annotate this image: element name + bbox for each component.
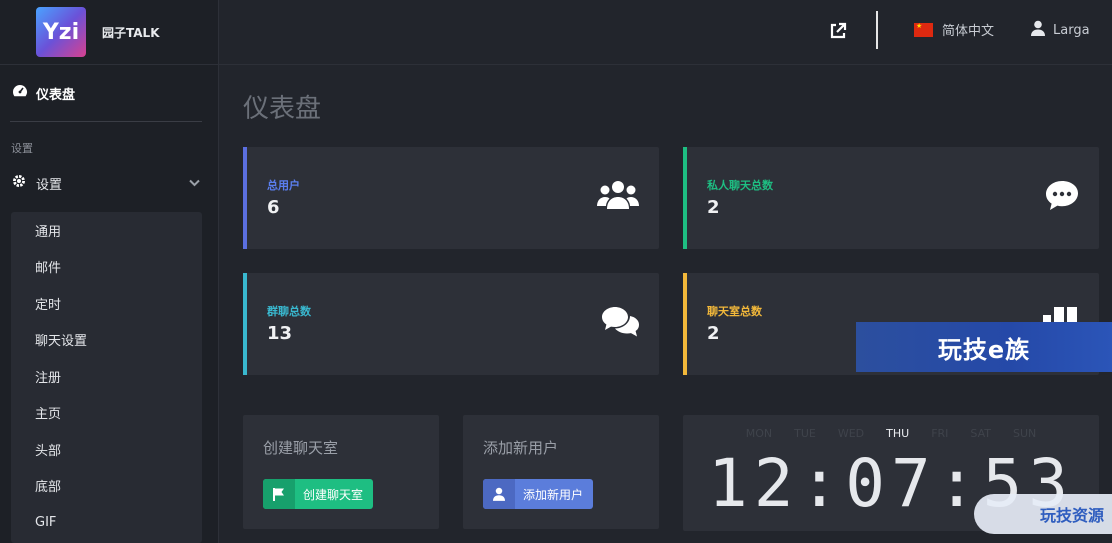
- weekday-mon: MON: [745, 427, 773, 440]
- weekday-thu: THU: [886, 427, 910, 440]
- stat-value: 2: [707, 197, 720, 218]
- sidebar-item-label: 设置: [36, 177, 63, 193]
- submenu-item-chat-settings[interactable]: 聊天设置: [11, 322, 202, 359]
- sidebar-section-label: 设置: [11, 142, 33, 155]
- sidebar-item-label: 仪表盘: [36, 87, 76, 103]
- comments-icon: [601, 305, 639, 341]
- comment-icon: [1045, 179, 1079, 215]
- stat-label: 私人聊天总数: [707, 179, 773, 192]
- sidebar: Yzi 园子TALK 仪表盘 设置 设置 通用 邮件 定时 聊天设置 注册 主页…: [0, 0, 219, 543]
- top-bar: 简体中文 Larga: [219, 0, 1112, 65]
- stat-card-private-chats: 私人聊天总数 2: [683, 147, 1099, 249]
- watermark-badge: 玩技资源: [974, 494, 1112, 534]
- button-label: 创建聊天室: [303, 487, 364, 502]
- stat-accent-bar: [683, 147, 687, 249]
- weekday-tue: TUE: [794, 427, 816, 440]
- submenu-item-header[interactable]: 头部: [11, 431, 202, 468]
- stat-card-total-users: 总用户 6: [243, 147, 659, 249]
- page-title: 仪表盘: [243, 94, 322, 124]
- app-name: 园子TALK: [102, 25, 160, 40]
- username: Larga: [1053, 22, 1090, 38]
- stat-value: 13: [267, 323, 293, 344]
- weekday-sun: SUN: [1013, 427, 1037, 440]
- settings-submenu: 通用 邮件 定时 聊天设置 注册 主页 头部 底部 GIF: [11, 212, 202, 543]
- brand[interactable]: Yzi 园子TALK: [0, 0, 218, 65]
- submenu-item-register[interactable]: 注册: [11, 358, 202, 395]
- user-icon: [483, 479, 515, 509]
- china-flag-icon: [914, 22, 933, 37]
- stat-value: 6: [267, 197, 280, 218]
- stat-label: 群聊总数: [267, 305, 311, 318]
- weekday-fri: FRI: [931, 427, 949, 440]
- card-title: 添加新用户: [483, 439, 559, 457]
- header-separator: [876, 11, 878, 49]
- card-title: 创建聊天室: [263, 439, 339, 457]
- watermark-banner: 玩技e族: [856, 322, 1112, 372]
- stat-label: 总用户: [267, 179, 300, 192]
- stat-value: 2: [707, 323, 720, 344]
- weekday-sat: SAT: [970, 427, 991, 440]
- add-user-card: 添加新用户 添加新用户: [463, 415, 659, 529]
- create-chatroom-card: 创建聊天室 创建聊天室: [243, 415, 439, 529]
- weekday-row: MON TUE WED THU FRI SAT SUN: [683, 427, 1099, 440]
- button-label: 添加新用户: [523, 487, 584, 502]
- external-link-icon[interactable]: [829, 22, 847, 44]
- gear-icon: [12, 174, 26, 192]
- submenu-item-general[interactable]: 通用: [11, 212, 202, 249]
- stat-label: 聊天室总数: [707, 305, 762, 318]
- flag-icon: [263, 479, 295, 509]
- stat-card-group-chats: 群聊总数 13: [243, 273, 659, 375]
- submenu-item-home[interactable]: 主页: [11, 395, 202, 432]
- dashboard-gauge-icon: [12, 84, 28, 102]
- language-selector[interactable]: 简体中文: [914, 20, 994, 39]
- stat-accent-bar: [683, 273, 687, 375]
- sidebar-item-dashboard[interactable]: 仪表盘: [0, 65, 218, 121]
- submenu-item-gif[interactable]: GIF: [11, 504, 202, 541]
- submenu-item-footer[interactable]: 底部: [11, 468, 202, 505]
- stat-accent-bar: [243, 147, 247, 249]
- weekday-wed: WED: [837, 427, 865, 440]
- stat-accent-bar: [243, 273, 247, 375]
- users-icon: [597, 179, 639, 215]
- submenu-item-cron[interactable]: 定时: [11, 285, 202, 322]
- submenu-item-mail[interactable]: 邮件: [11, 249, 202, 286]
- create-chatroom-button[interactable]: 创建聊天室: [263, 479, 374, 509]
- add-user-button[interactable]: 添加新用户: [483, 479, 594, 509]
- user-icon: [1031, 20, 1045, 40]
- user-menu[interactable]: Larga: [1031, 20, 1090, 40]
- chevron-down-icon[interactable]: [189, 176, 200, 191]
- language-label: 简体中文: [942, 24, 995, 39]
- app-logo: Yzi: [36, 7, 86, 57]
- sidebar-item-settings[interactable]: 设置: [0, 166, 218, 200]
